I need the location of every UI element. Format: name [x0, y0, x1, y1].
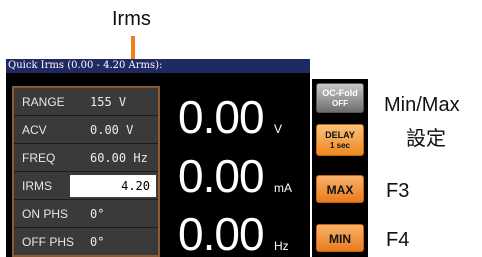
param-value: 155 V: [90, 95, 127, 109]
param-value: 0°: [90, 207, 105, 221]
instrument-screen: Quick Irms (0.00 - 4.20 Arms): RANGE 155…: [6, 59, 310, 257]
parameter-table: RANGE 155 V ACV 0.00 V FREQ 60.00 Hz IRM…: [12, 86, 160, 257]
param-value: 60.00 Hz: [90, 151, 148, 165]
f4-callout-label: F4: [386, 229, 410, 251]
max-softkey[interactable]: MAX: [316, 175, 364, 203]
readout-value: 0.00: [178, 150, 265, 202]
param-label: RANGE: [22, 95, 65, 109]
softkey-sub: OFF: [332, 99, 348, 108]
frequency-readout: 0.00 Hz: [178, 201, 296, 257]
readout-unit: mA: [274, 181, 292, 195]
param-row-on-phase[interactable]: ON PHS 0°: [14, 200, 158, 228]
param-label: FREQ: [22, 151, 56, 165]
delay-softkey[interactable]: DELAY 1 sec: [316, 124, 364, 156]
param-label: ACV: [22, 123, 47, 137]
minmax-callout-label: Min/Max: [384, 94, 460, 116]
param-row-range[interactable]: RANGE 155 V: [14, 88, 158, 116]
irms-callout-label: Irms: [112, 8, 151, 30]
param-row-acv[interactable]: ACV 0.00 V: [14, 116, 158, 144]
f3-callout-label: F3: [386, 180, 410, 202]
readout-value: 0.00: [178, 208, 265, 257]
param-value: 0.00 V: [90, 123, 134, 137]
quick-irms-header: Quick Irms (0.00 - 4.20 Arms):: [6, 59, 310, 73]
param-label: IRMS: [22, 179, 52, 193]
softkey-sub: 1 sec: [329, 141, 351, 150]
param-label: ON PHS: [22, 207, 69, 221]
voltage-readout: 0.00 V: [178, 84, 296, 144]
softkey-title: DELAY: [325, 130, 355, 140]
readout-value: 0.00: [178, 91, 265, 143]
oc-fold-softkey[interactable]: OC-Fold OFF: [316, 83, 364, 113]
param-row-off-phase[interactable]: OFF PHS 0°: [14, 228, 158, 256]
softkey-title: OC-Fold: [322, 88, 358, 98]
setting-callout-label: 設定: [406, 128, 446, 150]
param-row-irms[interactable]: IRMS 4.20: [14, 172, 158, 200]
param-value: 0°: [90, 235, 105, 249]
min-softkey[interactable]: MIN: [316, 224, 364, 252]
readout-unit: Hz: [274, 239, 289, 253]
param-label: OFF PHS: [22, 235, 75, 249]
param-row-freq[interactable]: FREQ 60.00 Hz: [14, 144, 158, 172]
irms-input-field[interactable]: 4.20: [70, 175, 156, 197]
readout-unit: V: [274, 122, 283, 136]
current-readout: 0.00 mA: [178, 143, 296, 203]
